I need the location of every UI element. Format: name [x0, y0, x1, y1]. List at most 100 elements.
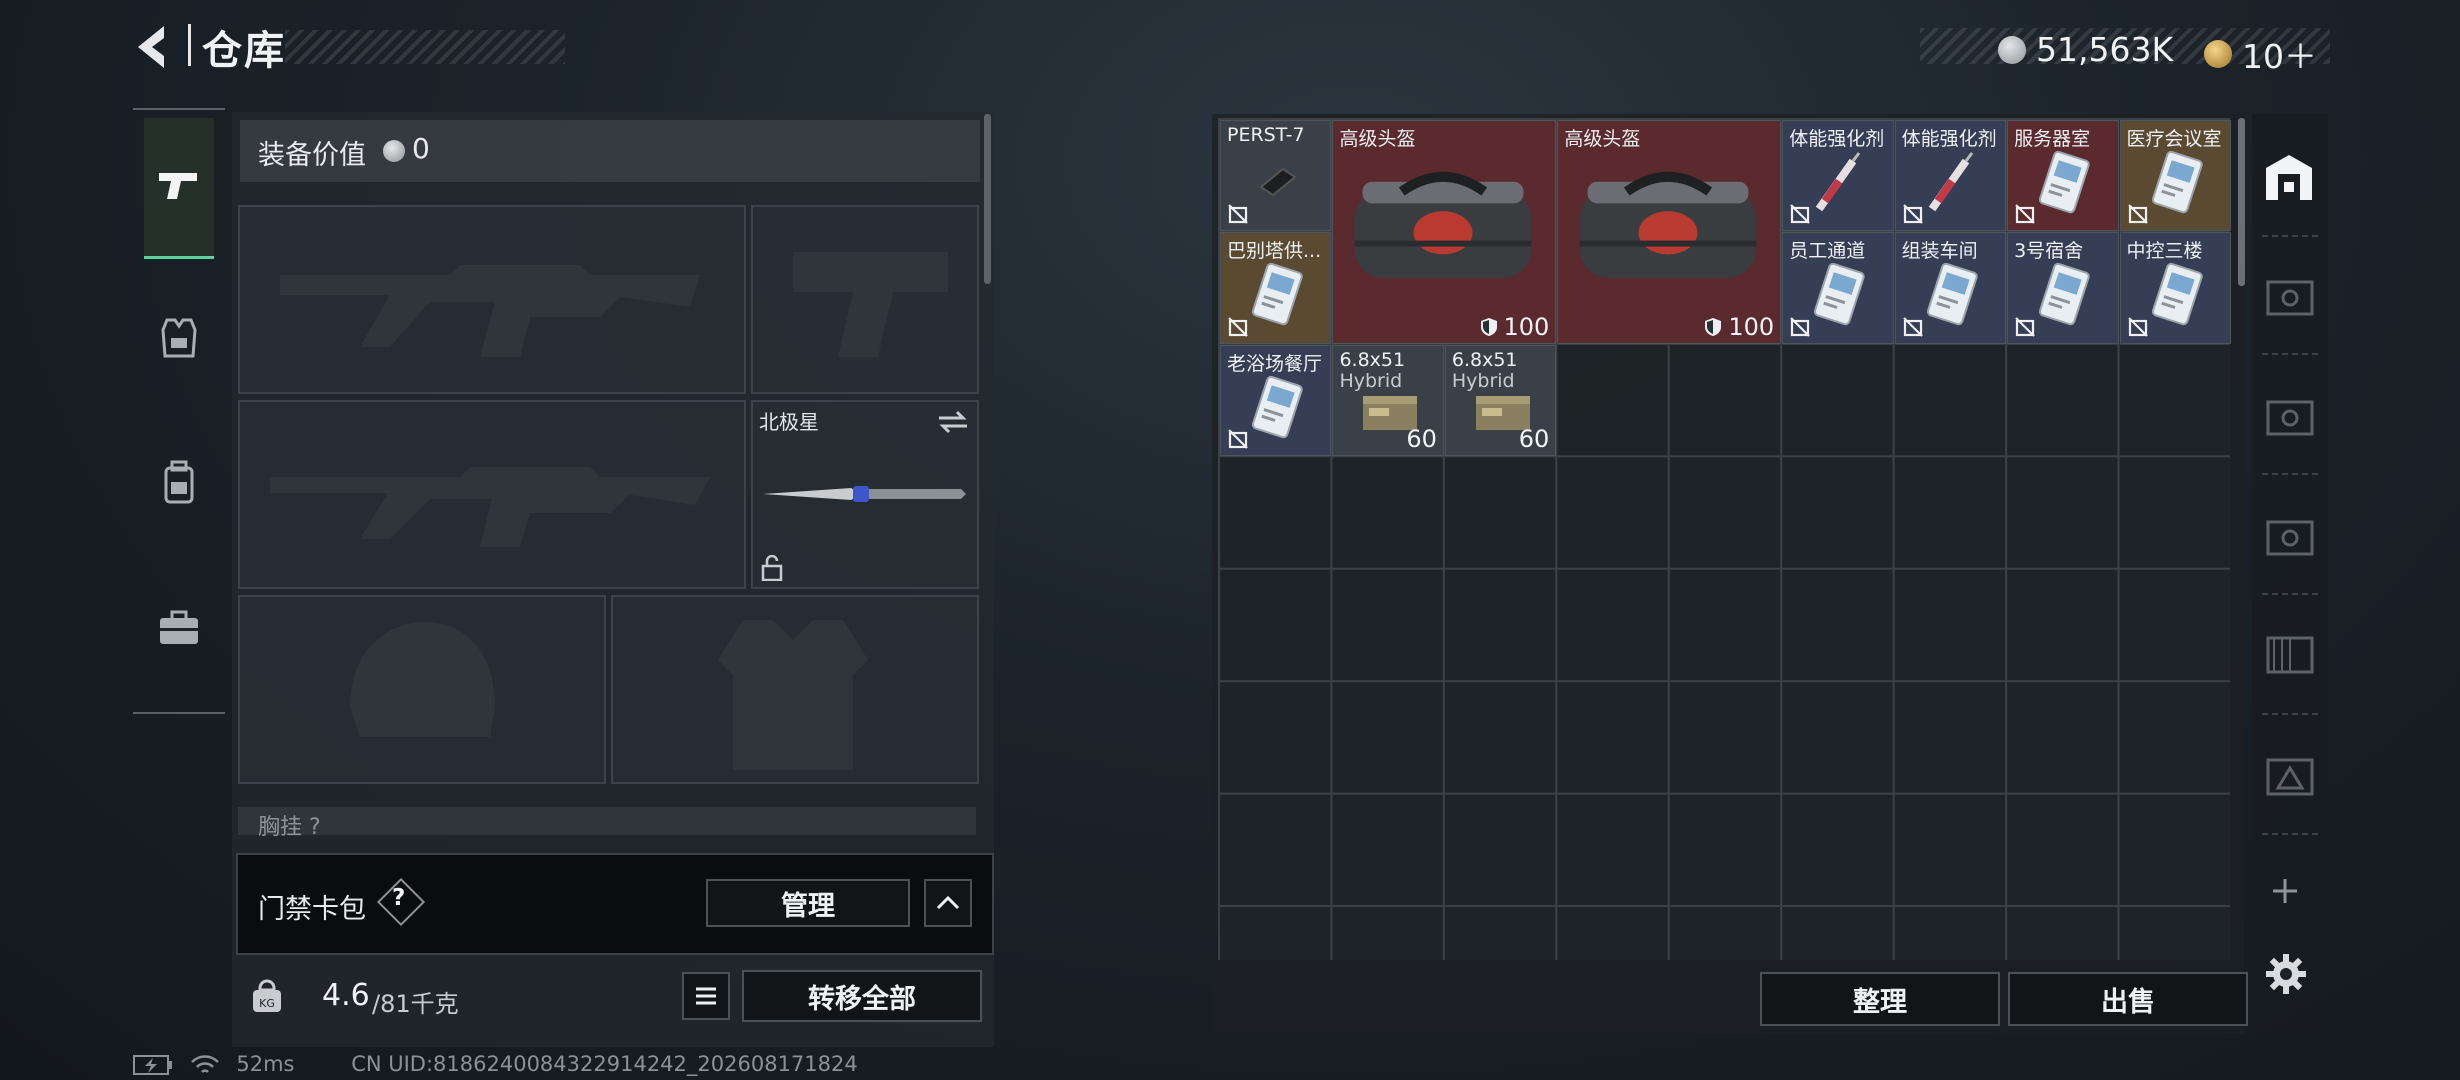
premium-currency-display[interactable]: 10＋: [2204, 30, 2317, 78]
stash-item[interactable]: 6.8x51 Hybrid 60: [1444, 344, 1557, 457]
add-container-button[interactable]: [2270, 876, 2300, 910]
no-trade-icon: [1902, 204, 1923, 225]
stash-item[interactable]: 组装车间: [1894, 232, 2007, 344]
keycard-icon: [2151, 150, 2203, 214]
body-armor-slot[interactable]: [611, 595, 979, 784]
no-trade-icon: [1228, 429, 1248, 450]
gear-icon: [2266, 954, 2306, 994]
currency-display[interactable]: 51,563K: [1998, 30, 2173, 69]
keycard-case-label: 门禁卡包: [258, 894, 366, 925]
toolbox-icon: [160, 610, 198, 644]
tab-case-2[interactable]: [2262, 390, 2316, 444]
coin-icon: [383, 140, 405, 162]
stash-item-name: 巴别塔供...: [1227, 240, 1322, 263]
weight-max: /81千克: [372, 990, 459, 1018]
ping-value: 52ms: [236, 1052, 295, 1076]
stash-item-name: 体能强化剂: [1789, 128, 1885, 150]
stash-item-name: 中控三楼: [2126, 240, 2203, 263]
stash-item-subname: Hybrid: [1339, 369, 1403, 392]
list-view-button[interactable]: [682, 972, 730, 1020]
melee-slot[interactable]: 北极星: [751, 400, 979, 589]
stash-item-subname: Hybrid: [1451, 369, 1515, 392]
loadout-scrollbar[interactable]: [984, 114, 991, 284]
sort-button[interactable]: 整理: [1760, 972, 2000, 1026]
secondary-weapon-slot[interactable]: [238, 400, 746, 589]
stash-item[interactable]: 体能强化剂: [1894, 120, 2007, 232]
sidebar-divider: [2262, 353, 2318, 355]
stash-item-name: 6.8x51: [1339, 348, 1406, 371]
kettlebell-icon: KG: [253, 979, 281, 1012]
settings-button[interactable]: [2264, 952, 2308, 1000]
back-arrow-icon[interactable]: [130, 22, 180, 72]
tab-case-4[interactable]: [2262, 628, 2316, 682]
plus-icon: [2273, 879, 2297, 903]
stash-item[interactable]: PERST-7: [1220, 120, 1332, 232]
device-icon: [1259, 167, 1297, 197]
armor-vest-icon: [161, 318, 197, 358]
stash-item[interactable]: 6.8x51 Hybrid 60: [1332, 344, 1444, 457]
tab-armor[interactable]: [133, 316, 225, 360]
melee-slot-label: 北极星: [759, 410, 819, 434]
no-trade-icon: [1902, 317, 1923, 337]
rifle-silhouette-icon: [280, 265, 700, 357]
no-trade-icon: [2015, 204, 2035, 225]
no-trade-icon: [2127, 204, 2148, 225]
manage-button[interactable]: 管理: [706, 879, 910, 927]
stash-item[interactable]: 员工通道: [1782, 232, 1894, 344]
shield-icon: [1705, 317, 1722, 336]
stash-item[interactable]: 巴别塔供...: [1220, 232, 1332, 344]
tab-stash[interactable]: [2262, 152, 2316, 206]
sell-button[interactable]: 出售: [2008, 972, 2248, 1026]
knife-icon: [763, 486, 966, 502]
stash-item[interactable]: 老浴场餐厅: [1220, 344, 1332, 457]
duffel-bag-icon: [1579, 171, 1757, 278]
keycard-icon: [1814, 263, 1865, 326]
sidebar-divider: [2262, 473, 2318, 475]
tab-case-5[interactable]: [2262, 750, 2316, 804]
stash-scrollbar[interactable]: [2238, 118, 2245, 286]
stash-item-name: PERST-7: [1227, 124, 1305, 146]
no-trade-icon: [1228, 204, 1248, 225]
stash-item-name: 高级头盔: [1564, 128, 1641, 150]
stash-item[interactable]: 中控三楼: [2119, 232, 2231, 344]
sidebar-divider: [2262, 593, 2318, 595]
help-mark: ?: [392, 885, 406, 911]
wifi-icon: [190, 1055, 219, 1073]
helmet-slot[interactable]: [238, 595, 606, 784]
stash-item-name: 组装车间: [1901, 240, 1978, 263]
chest-rig-slot[interactable]: 胸挂 ?: [238, 807, 976, 840]
stash-item[interactable]: 高级头盔 100: [1557, 120, 1782, 344]
stash-item[interactable]: 体能强化剂: [1782, 120, 1894, 232]
tab-case[interactable]: [133, 610, 225, 646]
primary-weapon-slot[interactable]: [238, 205, 746, 394]
weight-bar: KG 4.6 /81千克 转移全部: [236, 962, 998, 1032]
weight-current: 4.6: [322, 978, 370, 1013]
sidebar-divider: [2262, 713, 2318, 715]
keycard-icon: [1251, 375, 1303, 439]
transfer-all-button[interactable]: 转移全部: [742, 970, 982, 1022]
expand-button[interactable]: [924, 879, 972, 927]
tab-case-3[interactable]: [2262, 510, 2316, 564]
stash-item-name: 老浴场餐厅: [1227, 352, 1323, 375]
storage-crate-icon: [2266, 636, 2314, 674]
syringe-icon: [1815, 152, 1861, 212]
duffel-bag-icon: [1355, 171, 1532, 278]
stash-item[interactable]: 服务器室: [2007, 120, 2119, 232]
keycard-icon: [2038, 263, 2090, 326]
tab-case-1[interactable]: [2262, 270, 2316, 324]
stash-item[interactable]: 医疗会议室: [2119, 120, 2231, 232]
sidearm-slot[interactable]: [751, 205, 979, 394]
keycard-icon: [2038, 150, 2090, 214]
swap-icon[interactable]: [937, 410, 969, 434]
sidebar-divider: [2262, 235, 2318, 237]
supply-box-icon: [2266, 758, 2314, 796]
tab-backpack[interactable]: [133, 460, 225, 506]
stash-item[interactable]: 高级头盔 100: [1332, 120, 1557, 344]
no-trade-icon: [1228, 317, 1248, 337]
equipment-value-header: 装备价值 0: [240, 120, 980, 182]
currency-amount: 51,563K: [2036, 30, 2174, 69]
no-trade-icon: [1790, 317, 1810, 337]
no-trade-icon: [1790, 204, 1810, 225]
status-footer: 52ms CN UID:8186240084322914242_20260817…: [133, 1052, 858, 1076]
stash-item[interactable]: 3号宿舍: [2007, 232, 2119, 344]
